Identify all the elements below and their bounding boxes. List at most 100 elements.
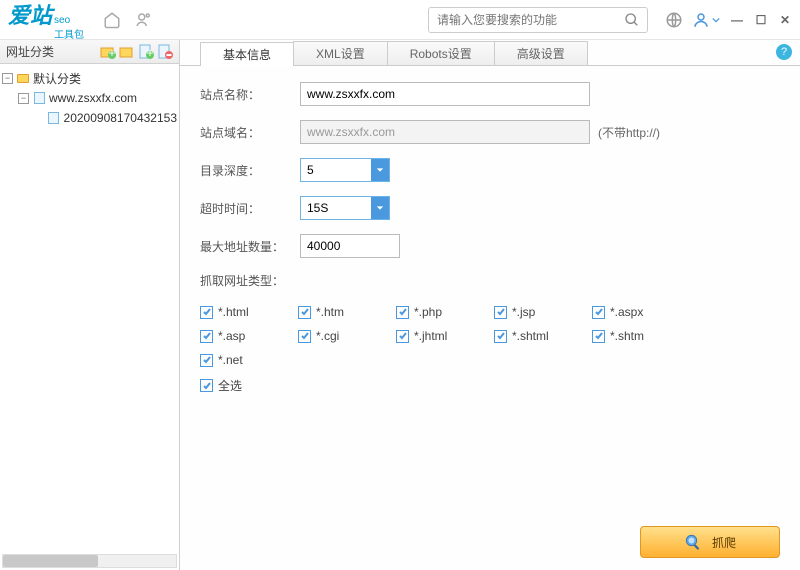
window-controls: — ☐ ✕ (730, 13, 792, 27)
max-urls-label: 最大地址数量： (200, 238, 300, 255)
checkbox-icon (200, 354, 213, 367)
chevron-down-icon[interactable] (371, 159, 389, 181)
tree-site[interactable]: − www.zsxxfx.com (2, 88, 177, 108)
tree-entry-label: 20200908170432153 (64, 111, 177, 125)
tree-site-label: www.zsxxfx.com (49, 91, 137, 105)
horizontal-scrollbar[interactable] (2, 554, 177, 568)
check-jhtml[interactable]: *.jhtml (396, 329, 494, 343)
tree: − 默认分类 − www.zsxxfx.com 2020090817043215… (0, 64, 179, 132)
check-asp[interactable]: *.asp (200, 329, 298, 343)
check-label: *.shtm (610, 329, 644, 343)
chevron-down-icon[interactable] (371, 197, 389, 219)
timeout-select[interactable]: 15S (300, 196, 390, 220)
crawl-types-label: 抓取网址类型： (200, 272, 780, 289)
check-html[interactable]: *.html (200, 305, 298, 319)
add-folder-icon[interactable]: + (100, 44, 116, 60)
check-label: *.htm (316, 305, 344, 319)
check-shtml[interactable]: *.shtml (494, 329, 592, 343)
row-timeout: 超时时间： 15S (200, 196, 780, 220)
check-cgi[interactable]: *.cgi (298, 329, 396, 343)
page-icon (32, 91, 46, 105)
site-name-label: 站点名称： (200, 86, 300, 103)
svg-text:+: + (108, 46, 115, 60)
timeout-label: 超时时间： (200, 200, 300, 217)
check-jsp[interactable]: *.jsp (494, 305, 592, 319)
site-domain-input[interactable] (300, 120, 590, 144)
crawl-types-checks: *.html *.htm *.php *.jsp *.aspx *.asp *.… (200, 305, 780, 404)
tab-advanced[interactable]: 高级设置 (494, 41, 588, 65)
check-shtm[interactable]: *.shtm (592, 329, 690, 343)
logo-main: 爱站 (8, 0, 52, 30)
check-label: *.net (218, 353, 243, 367)
help-icon[interactable]: ? (776, 44, 792, 60)
row-max-urls: 最大地址数量： (200, 234, 780, 258)
row-site-name: 站点名称： (200, 82, 780, 106)
check-net[interactable]: *.net (200, 353, 298, 367)
row-site-domain: 站点域名： (不带http://) (200, 120, 780, 144)
app-logo: 爱站 seo 工具包 (8, 0, 84, 41)
tab-label: XML设置 (316, 45, 365, 62)
site-domain-label: 站点域名： (200, 124, 300, 141)
depth-value: 5 (301, 159, 371, 181)
check-htm[interactable]: *.htm (298, 305, 396, 319)
check-aspx[interactable]: *.aspx (592, 305, 690, 319)
maximize-button[interactable]: ☐ (754, 13, 768, 27)
logo-sub: 工具包 (54, 26, 84, 41)
sidebar-header: 网址分类 + + (0, 40, 179, 64)
depth-select[interactable]: 5 (300, 158, 390, 182)
add-page-icon[interactable]: + (138, 44, 154, 60)
search-box (428, 7, 648, 33)
checkbox-icon (200, 330, 213, 343)
site-domain-hint: (不带http://) (598, 124, 660, 141)
search-icon (684, 533, 702, 551)
check-label: *.asp (218, 329, 245, 343)
checkbox-icon (298, 330, 311, 343)
checkbox-icon (494, 306, 507, 319)
user-icon[interactable] (130, 6, 158, 34)
checkbox-icon (298, 306, 311, 319)
scrollbar-thumb[interactable] (3, 555, 98, 567)
form: 站点名称： 站点域名： (不带http://) 目录深度： 5 超时时间： 15… (180, 66, 800, 404)
checkbox-icon (494, 330, 507, 343)
check-label: 全选 (218, 377, 242, 394)
row-depth: 目录深度： 5 (200, 158, 780, 182)
check-label: *.cgi (316, 329, 339, 343)
tab-basic[interactable]: 基本信息 (200, 42, 294, 66)
tree-entry[interactable]: 20200908170432153 (2, 108, 177, 128)
sidebar-title: 网址分类 (6, 43, 97, 60)
home-icon[interactable] (98, 6, 126, 34)
collapse-icon[interactable]: − (18, 93, 29, 104)
globe-icon[interactable] (660, 6, 688, 34)
tab-robots[interactable]: Robots设置 (387, 41, 495, 65)
close-button[interactable]: ✕ (778, 13, 792, 27)
search-button[interactable] (617, 8, 647, 32)
delete-page-icon[interactable] (157, 44, 173, 60)
crawl-button-label: 抓爬 (712, 534, 736, 551)
max-urls-input[interactable] (300, 234, 400, 258)
account-icon[interactable] (692, 6, 720, 34)
logo-seo: seo (54, 15, 84, 26)
search-input[interactable] (429, 13, 617, 27)
tab-xml[interactable]: XML设置 (293, 41, 388, 65)
tab-label: 高级设置 (517, 45, 565, 62)
title-bar: 爱站 seo 工具包 — ☐ ✕ (0, 0, 800, 40)
site-name-input[interactable] (300, 82, 590, 106)
check-php[interactable]: *.php (396, 305, 494, 319)
check-all[interactable]: 全选 (200, 377, 780, 394)
tree-root-label: 默认分类 (33, 70, 81, 87)
logo-sub-wrap: seo 工具包 (52, 15, 84, 41)
checkbox-icon (200, 379, 213, 392)
svg-text:+: + (146, 46, 153, 60)
sidebar: 网址分类 + + − 默认分类 − www.zsxxfx.com 2020090… (0, 40, 180, 570)
crawl-button[interactable]: 抓爬 (640, 526, 780, 558)
minimize-button[interactable]: — (730, 13, 744, 27)
checkbox-icon (200, 306, 213, 319)
footer: 抓爬 (640, 526, 780, 558)
check-label: *.shtml (512, 329, 549, 343)
page-icon (47, 111, 60, 125)
collapse-icon[interactable]: − (2, 73, 13, 84)
folder-icon[interactable] (119, 44, 135, 60)
tabs: 基本信息 XML设置 Robots设置 高级设置 ? (180, 40, 800, 66)
tree-root[interactable]: − 默认分类 (2, 68, 177, 88)
tab-label: Robots设置 (410, 45, 472, 62)
